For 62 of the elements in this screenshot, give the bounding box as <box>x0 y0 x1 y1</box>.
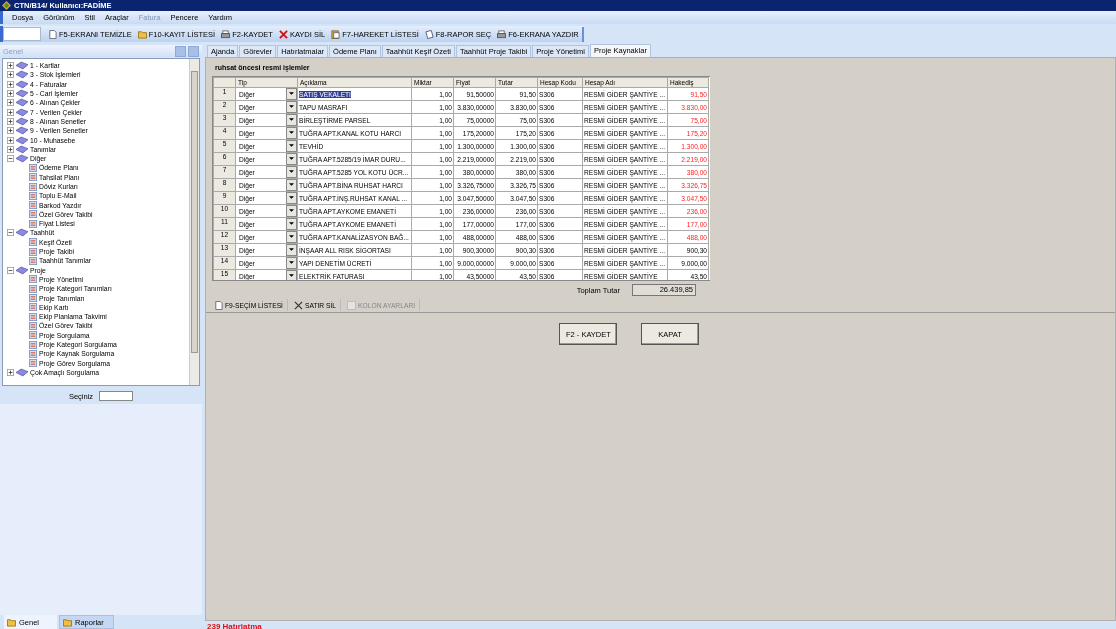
book-icon <box>16 265 28 275</box>
caret-icon <box>289 157 294 161</box>
book-icon <box>16 154 28 164</box>
caret-icon <box>289 183 294 187</box>
caret-icon <box>289 261 294 265</box>
book-icon <box>16 126 28 136</box>
book-icon <box>16 98 28 108</box>
expander-icon[interactable] <box>7 108 14 116</box>
caret-icon <box>289 274 294 278</box>
expander-icon[interactable] <box>7 127 14 135</box>
expander-icon[interactable] <box>7 99 14 107</box>
expander-icon[interactable] <box>7 368 14 376</box>
page-icon <box>214 300 223 310</box>
expander-icon[interactable] <box>7 136 14 144</box>
expander-icon[interactable] <box>7 229 14 237</box>
caret-icon <box>289 209 294 213</box>
expander-icon[interactable] <box>7 62 14 70</box>
expander-icon[interactable] <box>7 155 14 163</box>
printer-icon <box>497 29 507 39</box>
caret-icon <box>289 105 294 109</box>
note-icon <box>424 29 434 39</box>
caret-icon <box>289 118 294 122</box>
printer-icon <box>221 29 231 39</box>
cross-icon <box>294 300 303 310</box>
cross-icon <box>278 29 288 39</box>
book-icon <box>16 107 28 117</box>
caret-icon <box>289 235 294 239</box>
caret-icon <box>289 248 294 252</box>
input-field[interactable] <box>3 27 41 41</box>
expander-icon[interactable] <box>7 71 14 79</box>
clipboard-icon <box>331 29 341 39</box>
book-icon <box>16 70 28 80</box>
folder-icon <box>7 617 16 627</box>
book-icon <box>16 135 28 145</box>
caret-icon <box>289 196 294 200</box>
folder-icon <box>63 617 72 627</box>
caret-icon <box>289 222 294 226</box>
folder-icon <box>137 29 147 39</box>
status-text: 239 Hatırlatma <box>206 621 263 629</box>
diamond-icon <box>2 1 11 10</box>
caret-icon <box>289 131 294 135</box>
book-icon <box>16 89 28 99</box>
page-icon <box>47 29 57 39</box>
book-icon <box>16 79 28 89</box>
book-icon <box>16 144 28 154</box>
column-header <box>213 77 236 88</box>
book-icon <box>16 61 28 71</box>
expander-icon[interactable] <box>7 117 14 125</box>
expander-icon[interactable] <box>7 90 14 98</box>
caret-icon <box>289 170 294 174</box>
expander-icon[interactable] <box>7 80 14 88</box>
book-icon <box>16 116 28 126</box>
caret-icon <box>289 144 294 148</box>
scrollbar[interactable] <box>189 59 199 385</box>
caret-icon <box>289 92 294 96</box>
book-icon <box>16 367 28 377</box>
expander-icon[interactable] <box>7 145 14 153</box>
toolbar-overflow-button[interactable] <box>581 26 584 42</box>
book-icon <box>16 228 28 238</box>
input-field[interactable] <box>99 391 134 401</box>
grid-icon <box>347 300 357 310</box>
expander-icon[interactable] <box>7 266 14 274</box>
